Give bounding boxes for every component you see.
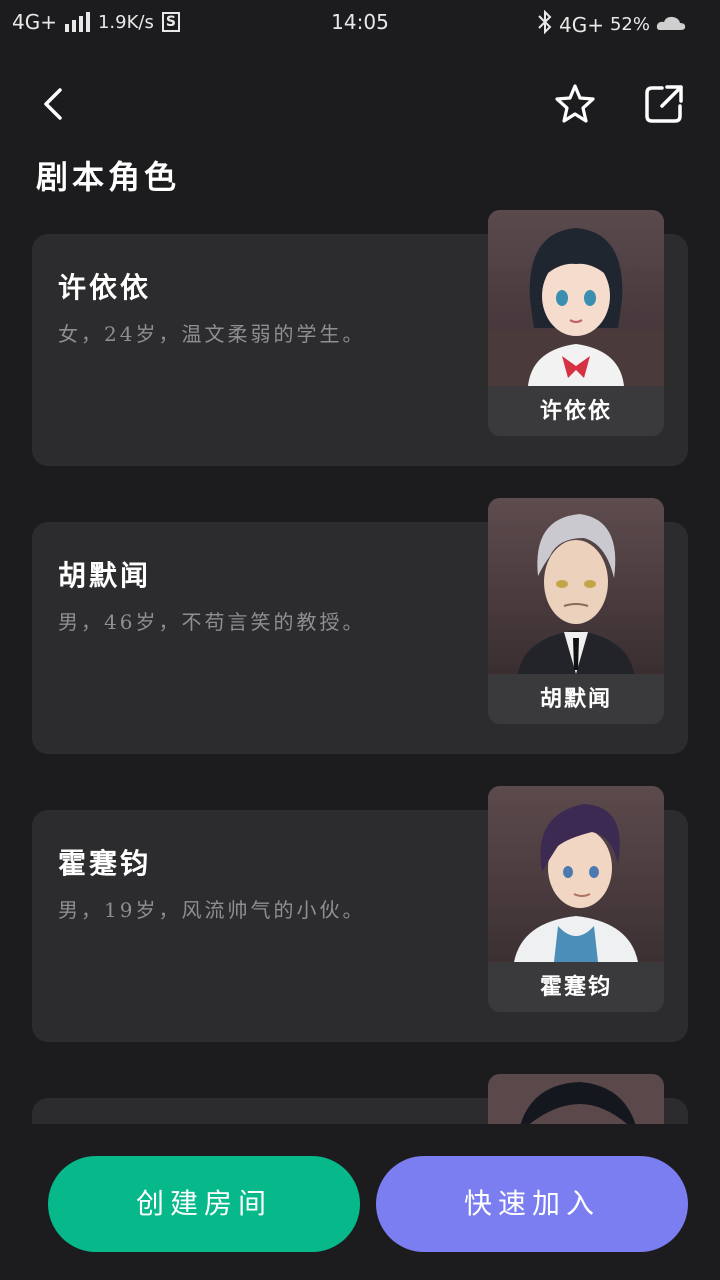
role-portrait[interactable]: 许依依 (488, 210, 664, 436)
role-card[interactable]: 胡默闻 男，46岁，不苟言笑的教授。 胡默闻 (32, 498, 688, 754)
create-room-button[interactable]: 创建房间 (48, 1156, 360, 1252)
role-list[interactable]: 许依依 女，24岁，温文柔弱的学生。 许依依 胡默闻 男，46岁，不苟言笑的教授… (0, 200, 720, 1124)
page-title: 剧本角色 (36, 158, 181, 196)
battery-level: 52% (609, 14, 650, 35)
clock: 14:05 (331, 10, 389, 34)
share-button[interactable] (640, 80, 688, 128)
star-icon (555, 84, 595, 123)
role-description: 女，24岁，温文柔弱的学生。 (58, 322, 366, 346)
portrait-image (488, 786, 664, 962)
role-description: 男，19岁，风流帅气的小伙。 (58, 898, 366, 922)
back-button[interactable] (30, 80, 78, 128)
portrait-label: 胡默闻 (539, 686, 612, 712)
portrait-image (488, 498, 664, 674)
role-portrait[interactable] (488, 1074, 664, 1124)
role-card[interactable]: 霍蹇钧 男，19岁，风流帅气的小伙。 霍蹇钧 (32, 786, 688, 1042)
portrait-image (488, 210, 664, 386)
portrait-image (488, 1074, 664, 1124)
favorite-button[interactable] (551, 80, 599, 128)
portrait-label: 霍蹇钧 (539, 974, 612, 1000)
role-card[interactable]: 许依依 女，24岁，温文柔弱的学生。 许依依 (32, 210, 688, 466)
quick-join-button[interactable]: 快速加入 (376, 1156, 688, 1252)
role-name: 胡默闻 (58, 559, 152, 592)
share-icon (645, 85, 683, 123)
bluetooth-icon (537, 9, 553, 39)
role-portrait[interactable]: 霍蹇钧 (488, 786, 664, 1012)
network-type-right: 4G+ (559, 12, 604, 37)
back-icon (44, 88, 62, 120)
role-card[interactable] (32, 1074, 688, 1124)
role-description: 男，46岁，不苟言笑的教授。 (58, 610, 366, 634)
cloud-icon (656, 13, 686, 37)
role-name: 许依依 (58, 271, 152, 304)
portrait-label: 许依依 (539, 398, 612, 424)
role-name: 霍蹇钧 (58, 847, 152, 880)
role-portrait[interactable]: 胡默闻 (488, 498, 664, 724)
status-bar: 4G+ 1.9K/s S 14:05 4G+ 52% (0, 0, 720, 48)
